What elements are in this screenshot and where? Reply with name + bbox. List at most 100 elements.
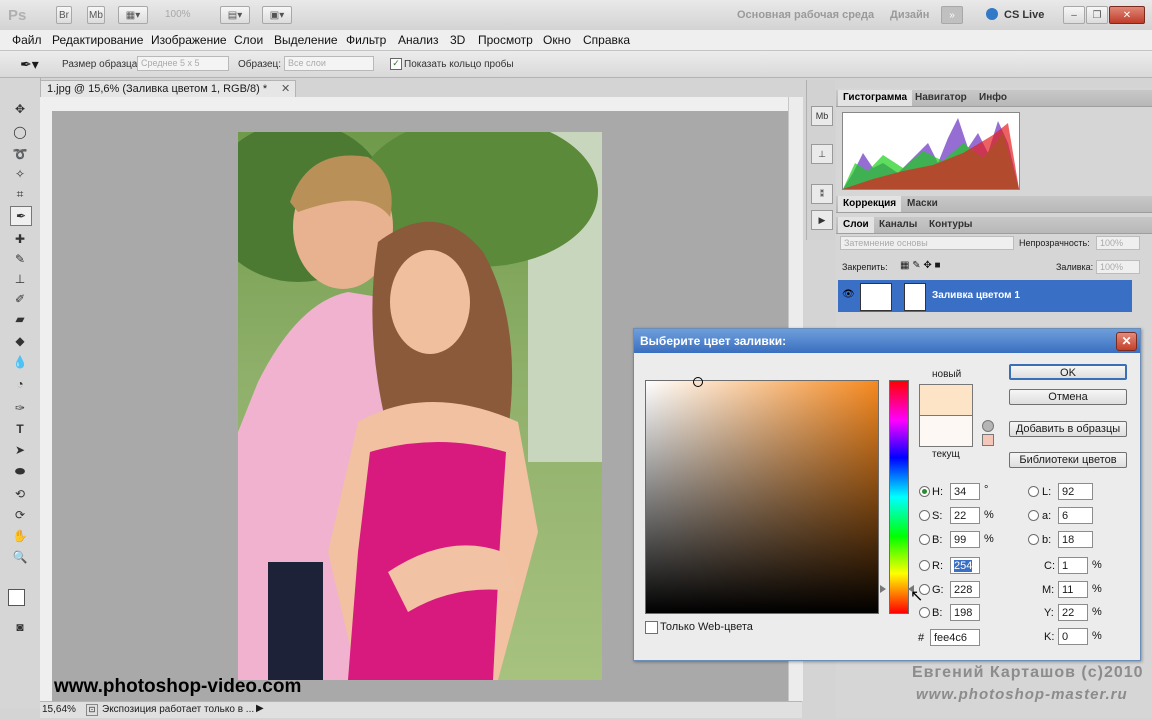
- hex-input[interactable]: fee4c6: [930, 629, 980, 646]
- lab-b-radio[interactable]: [1028, 534, 1039, 545]
- foreground-color-swatch[interactable]: [8, 589, 25, 606]
- cyan-input[interactable]: 1: [1058, 557, 1088, 574]
- menu-layers[interactable]: Слои: [234, 33, 263, 47]
- status-info-icon[interactable]: ⊡: [86, 704, 98, 716]
- tab-navigator[interactable]: Навигатор: [910, 90, 972, 106]
- menu-view[interactable]: Просмотр: [478, 33, 533, 47]
- menu-file[interactable]: Файл: [12, 33, 42, 47]
- dodge-tool-icon[interactable]: ◔: [10, 375, 30, 393]
- lab-l-input[interactable]: 92: [1058, 483, 1093, 500]
- gamut-warning-icon[interactable]: [982, 420, 994, 432]
- status-menu-arrow-icon[interactable]: ▶: [256, 703, 264, 714]
- eyedropper-tool-icon[interactable]: ✒: [10, 206, 32, 226]
- show-ring-checkbox[interactable]: ✓: [390, 58, 402, 70]
- blur-tool-icon[interactable]: 💧: [10, 353, 30, 371]
- brightness-input[interactable]: 99: [950, 531, 980, 548]
- lab-a-input[interactable]: 6: [1058, 507, 1093, 524]
- color-field-marker[interactable]: [693, 377, 703, 387]
- workspace-design[interactable]: Дизайн: [890, 9, 929, 21]
- brush-tool-icon[interactable]: ✎: [10, 250, 30, 268]
- type-tool-icon[interactable]: T: [10, 420, 30, 438]
- document-tab[interactable]: 1.jpg @ 15,6% (Заливка цветом 1, RGB/8) …: [40, 80, 296, 98]
- blue-input[interactable]: 198: [950, 604, 980, 621]
- hue-input[interactable]: 34: [950, 483, 980, 500]
- menu-edit[interactable]: Редактирование: [52, 33, 143, 47]
- yellow-input[interactable]: 22: [1058, 604, 1088, 621]
- layer-visibility-eye-icon[interactable]: 👁: [842, 289, 855, 300]
- tab-paths[interactable]: Контуры: [924, 217, 977, 233]
- menu-image[interactable]: Изображение: [151, 33, 227, 47]
- move-tool-icon[interactable]: ✥: [10, 100, 30, 118]
- quick-select-tool-icon[interactable]: ✧: [10, 165, 30, 183]
- menu-filter[interactable]: Фильтр: [346, 33, 386, 47]
- history-brush-tool-icon[interactable]: ✐: [10, 290, 30, 308]
- opacity-input[interactable]: 100%: [1096, 236, 1140, 250]
- stamp-tool-icon[interactable]: ⊥: [10, 270, 30, 288]
- web-colors-checkbox[interactable]: [645, 621, 658, 634]
- hue-slider-left-arrow-icon[interactable]: [880, 585, 886, 593]
- restore-icon[interactable]: ❐: [1086, 6, 1108, 24]
- color-field[interactable]: [645, 377, 879, 614]
- sample-size-select[interactable]: Среднее 5 х 5: [137, 56, 229, 71]
- red-input[interactable]: 254: [950, 557, 980, 574]
- blue-radio[interactable]: [919, 607, 930, 618]
- 3d-rotate-tool-icon[interactable]: ⟲: [10, 485, 30, 503]
- status-zoom[interactable]: 15,64%: [42, 704, 76, 715]
- fill-input[interactable]: 100%: [1096, 260, 1140, 274]
- brush-presets-panel-icon[interactable]: ⁑: [811, 184, 833, 204]
- tab-layers[interactable]: Слои: [838, 217, 874, 233]
- dialog-close-icon[interactable]: ✕: [1116, 332, 1137, 351]
- clone-source-panel-icon[interactable]: ⊥: [811, 144, 833, 164]
- cs-live-button[interactable]: CS Live: [1004, 9, 1044, 21]
- add-to-swatches-button[interactable]: Добавить в образцы: [1009, 421, 1127, 437]
- ok-button[interactable]: OK: [1009, 364, 1127, 380]
- lab-l-radio[interactable]: [1028, 486, 1039, 497]
- pen-tool-icon[interactable]: ✑: [10, 399, 30, 417]
- bridge-icon[interactable]: Br: [56, 6, 72, 24]
- magenta-input[interactable]: 11: [1058, 581, 1088, 598]
- hand-tool-icon[interactable]: ✋: [10, 527, 30, 545]
- bucket-tool-icon[interactable]: ◆: [10, 332, 30, 350]
- tab-histogram[interactable]: Гистограмма: [838, 90, 913, 106]
- tab-info[interactable]: Инфо: [974, 90, 1012, 106]
- lock-icons[interactable]: ▦ ✎ ✥ ■: [900, 260, 941, 271]
- current-color-swatch[interactable]: [919, 415, 973, 447]
- workspace-main[interactable]: Основная рабочая среда: [737, 9, 874, 21]
- lab-b-input[interactable]: 18: [1058, 531, 1093, 548]
- quick-mask-icon[interactable]: ◙: [10, 618, 30, 636]
- color-libraries-button[interactable]: Библиотеки цветов: [1009, 452, 1127, 468]
- lasso-tool-icon[interactable]: ➰: [10, 145, 30, 163]
- marquee-tool-icon[interactable]: ◯: [10, 123, 30, 141]
- menu-help[interactable]: Справка: [583, 33, 630, 47]
- close-doc-icon[interactable]: ✕: [281, 82, 290, 95]
- minibridge-icon[interactable]: Mb: [87, 6, 105, 24]
- tab-channels[interactable]: Каналы: [874, 217, 922, 233]
- minimize-icon[interactable]: –: [1063, 6, 1085, 24]
- dialog-titlebar[interactable]: Выберите цвет заливки: ✕: [634, 329, 1140, 353]
- eraser-tool-icon[interactable]: ▰: [10, 310, 30, 328]
- tab-correction[interactable]: Коррекция: [838, 196, 902, 212]
- close-window-icon[interactable]: ✕: [1109, 6, 1145, 24]
- zoom-tool-icon[interactable]: 🔍: [10, 548, 30, 566]
- green-input[interactable]: 228: [950, 581, 980, 598]
- shape-tool-icon[interactable]: ⬬: [10, 462, 30, 480]
- cancel-button[interactable]: Отмена: [1009, 389, 1127, 405]
- zoom-level[interactable]: 100%: [165, 9, 191, 20]
- arrange-docs-icon[interactable]: ▤▾: [220, 6, 250, 24]
- 3d-orbit-tool-icon[interactable]: ⟳: [10, 506, 30, 524]
- actions-panel-icon[interactable]: ▶: [811, 210, 833, 230]
- screen-mode-icon[interactable]: ▣▾: [262, 6, 292, 24]
- more-workspaces-icon[interactable]: »: [941, 6, 963, 24]
- menu-3d[interactable]: 3D: [450, 33, 465, 47]
- tab-masks[interactable]: Маски: [902, 196, 943, 212]
- brightness-radio[interactable]: [919, 534, 930, 545]
- saturation-input[interactable]: 22: [950, 507, 980, 524]
- view-extras-icon[interactable]: ▦▾: [118, 6, 148, 24]
- crop-tool-icon[interactable]: ⌗: [10, 185, 30, 203]
- path-select-tool-icon[interactable]: ➤: [10, 441, 30, 459]
- minibridge-panel-icon[interactable]: Mb: [811, 106, 833, 126]
- saturation-radio[interactable]: [919, 510, 930, 521]
- black-input[interactable]: 0: [1058, 628, 1088, 645]
- menu-window[interactable]: Окно: [543, 33, 571, 47]
- hue-slider[interactable]: [889, 380, 909, 614]
